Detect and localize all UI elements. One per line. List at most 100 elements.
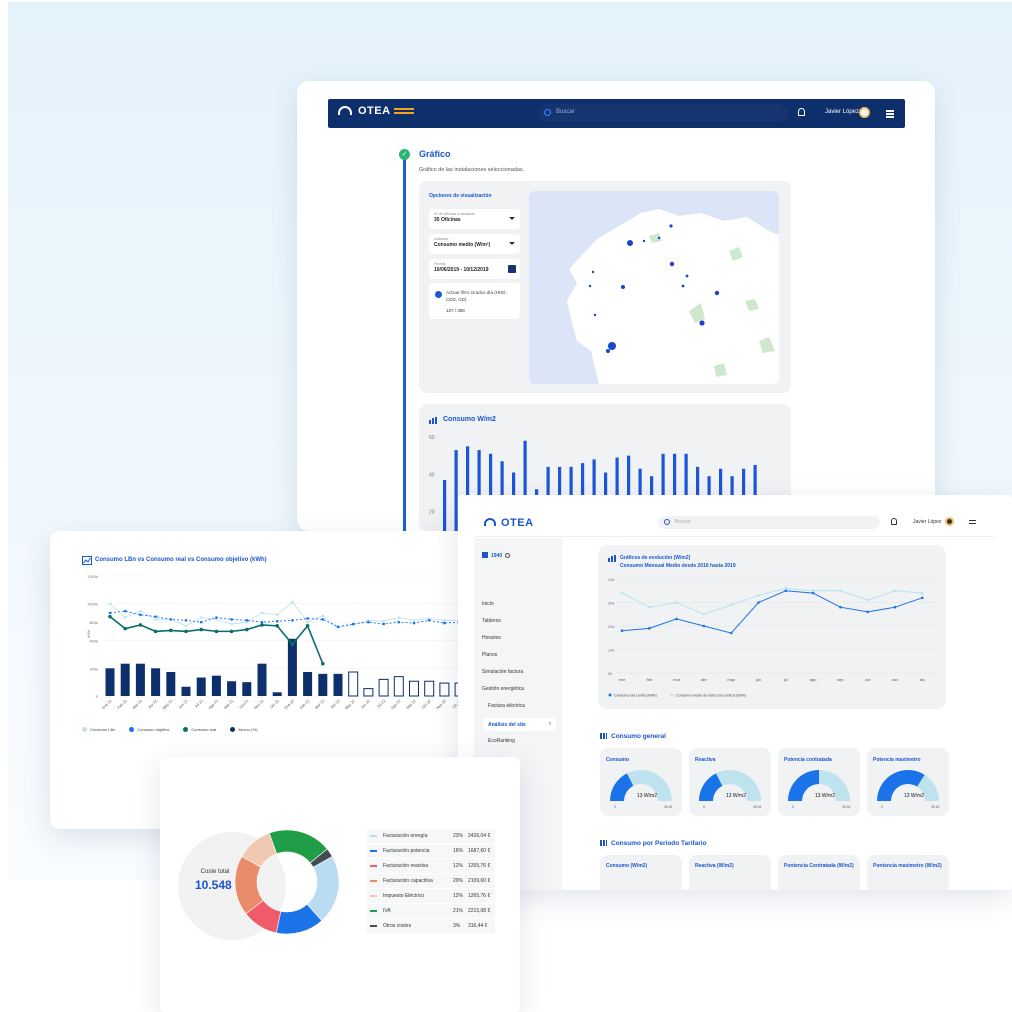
ahorro-bar[interactable]: [303, 672, 313, 696]
series-point[interactable]: [811, 589, 815, 593]
series-point[interactable]: [412, 621, 416, 625]
series-point[interactable]: [290, 642, 295, 647]
sidebar-item-gestion[interactable]: Gestión energética: [482, 686, 524, 692]
series-point[interactable]: [199, 616, 203, 619]
series-point[interactable]: [321, 661, 325, 666]
periodo-card[interactable]: Consumo (W/m2): [600, 855, 682, 890]
menu-icon[interactable]: [886, 110, 894, 112]
series-point[interactable]: [648, 605, 651, 609]
series-point[interactable]: [893, 605, 897, 609]
series-point[interactable]: [230, 618, 233, 621]
series-point[interactable]: [839, 605, 842, 609]
site-selector[interactable]: 1940: [482, 552, 511, 559]
ahorro-bar[interactable]: [393, 676, 404, 697]
series-point[interactable]: [230, 622, 233, 626]
legend-item[interactable]: Consumo real: [183, 727, 216, 732]
series-point[interactable]: [153, 629, 158, 634]
sidebar-item-ecoranking[interactable]: EcoRanking: [488, 738, 515, 744]
series-point[interactable]: [123, 616, 127, 619]
series-point[interactable]: [199, 627, 203, 632]
search-bar[interactable]: Buscar: [658, 516, 880, 529]
series-point[interactable]: [382, 622, 385, 626]
ahorro-bar[interactable]: [424, 680, 435, 697]
series-point[interactable]: [214, 629, 219, 634]
series-point[interactable]: [275, 613, 279, 617]
ahorro-bar[interactable]: [242, 682, 252, 696]
map-view[interactable]: [529, 191, 779, 384]
periodo-card[interactable]: Pontencia maximetro (W/m2): [867, 855, 949, 890]
sidebar-item-horarios[interactable]: Horarios: [482, 635, 501, 641]
sidebar-item-factura[interactable]: Factura eléctrica: [488, 703, 525, 709]
series-point[interactable]: [382, 619, 385, 623]
ahorro-bar[interactable]: [196, 677, 206, 696]
series-point[interactable]: [184, 619, 188, 622]
ahorro-bar[interactable]: [181, 686, 191, 696]
search-bar[interactable]: Buscar: [538, 104, 788, 122]
gauge-card-0[interactable]: Consumo 13 W/m2 0 35.61: [600, 748, 682, 816]
app-logo[interactable]: OTEA: [484, 517, 534, 529]
ahorro-bar[interactable]: [378, 678, 389, 697]
sidebar-item-analisis[interactable]: Análisis del site ›: [483, 718, 556, 731]
series-point[interactable]: [139, 609, 142, 613]
user-name[interactable]: Javier López: [913, 519, 941, 525]
gauge-card-1[interactable]: Reactiva 13 W/m2 0 35.61: [689, 748, 771, 816]
series-point[interactable]: [811, 591, 815, 595]
series-point[interactable]: [784, 589, 788, 593]
cost-legend-row[interactable]: Facturación capacitiva 20% 2109,60 €: [367, 874, 495, 889]
calendar-icon[interactable]: [508, 265, 516, 273]
series-point[interactable]: [839, 589, 842, 593]
series-point[interactable]: [321, 618, 325, 621]
cost-legend-row[interactable]: Facturación reactiva 12% 1265,76 €: [367, 859, 495, 874]
series-point[interactable]: [260, 620, 264, 624]
sidebar-item-planos[interactable]: Planos: [482, 652, 497, 658]
menu-icon[interactable]: [969, 520, 976, 522]
sidebar-item-simulacion[interactable]: Simulación factura: [482, 669, 523, 675]
series-point[interactable]: [306, 620, 309, 624]
series-point[interactable]: [397, 620, 401, 624]
app-logo[interactable]: OTEA: [338, 105, 391, 117]
legend-item[interactable]: Consumo LBn: [82, 727, 115, 732]
sidebar-item-tableros[interactable]: Tableros: [482, 618, 501, 624]
series-point[interactable]: [108, 611, 112, 615]
gauge-card-2[interactable]: Potencia contratada 13 W/m2 0 35.61: [778, 748, 860, 816]
ahorro-bar[interactable]: [120, 663, 130, 696]
series-point[interactable]: [757, 601, 760, 604]
series-point[interactable]: [199, 620, 203, 624]
ahorro-bar[interactable]: [166, 672, 176, 696]
sidebar-item-inicio[interactable]: Inicio: [482, 601, 494, 607]
ahorro-bar[interactable]: [363, 688, 374, 697]
series-point[interactable]: [866, 598, 869, 602]
periodo-card[interactable]: Pontencia Contratada (W/m2): [778, 855, 860, 890]
ahorro-bar[interactable]: [287, 638, 297, 696]
ahorro-bar[interactable]: [348, 671, 359, 697]
series-point[interactable]: [215, 616, 218, 619]
series-point[interactable]: [648, 627, 651, 630]
ahorro-bar[interactable]: [333, 673, 343, 696]
series-point[interactable]: [291, 600, 294, 604]
ahorro-bar[interactable]: [135, 663, 145, 696]
series-point[interactable]: [443, 619, 446, 622]
degree-days-filter[interactable]: Activar filtro Grados día (HHD, CDD, GD)…: [429, 283, 520, 319]
ahorro-bar[interactable]: [318, 673, 328, 696]
series-point[interactable]: [729, 631, 733, 635]
legend-item[interactable]: Ahorro (%): [230, 727, 258, 732]
bell-icon[interactable]: [798, 108, 805, 116]
avatar[interactable]: [945, 517, 954, 526]
ahorro-bar[interactable]: [227, 681, 237, 696]
series-point[interactable]: [184, 624, 188, 628]
gauge-card-3[interactable]: Potencia maximetro 13 W/m2 0 35.61: [867, 748, 949, 816]
series-point[interactable]: [893, 589, 897, 593]
date-range-field[interactable]: Fechas 10/06/2019 - 10/12/2019: [429, 259, 520, 279]
series-point[interactable]: [306, 617, 309, 620]
series-point[interactable]: [108, 602, 112, 605]
series-point[interactable]: [351, 622, 355, 626]
cost-legend-row[interactable]: IVA 21% 2215,08 €: [367, 904, 495, 919]
series-point[interactable]: [291, 619, 294, 622]
series-point[interactable]: [675, 617, 678, 621]
series-point[interactable]: [123, 626, 127, 631]
ahorro-bar[interactable]: [257, 663, 267, 696]
series-point[interactable]: [784, 587, 788, 590]
user-name[interactable]: Javier López: [825, 109, 859, 115]
series-point[interactable]: [866, 610, 869, 614]
avatar[interactable]: [859, 107, 870, 118]
